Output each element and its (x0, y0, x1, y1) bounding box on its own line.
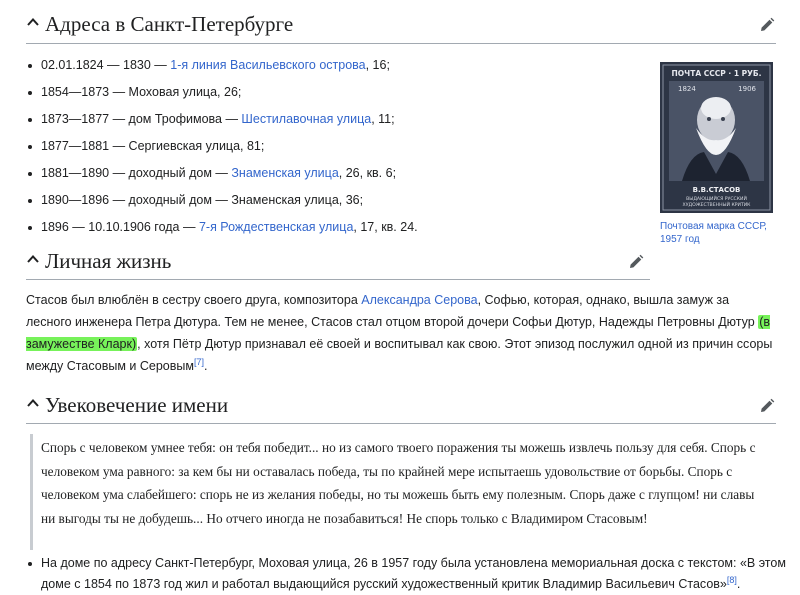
pencil-edit-icon[interactable] (758, 397, 776, 415)
personal-life-paragraph: Стасов был влюблён в сестру своего друга… (26, 293, 773, 373)
stamp-illustration: ПОЧТА СССР · 1 РУБ. 1824 1906 В.В.СТАСОВ… (660, 62, 773, 213)
list-item: 1873—1877 — дом Трофимова — Шестилавочна… (26, 108, 626, 135)
chevron-up-icon[interactable] (26, 252, 40, 266)
stamp-name: В.В.СТАСОВ (693, 186, 741, 194)
chevron-up-icon[interactable] (26, 15, 40, 29)
chevron-up-icon[interactable] (26, 396, 40, 410)
stamp-subtitle-2: ХУДОЖЕСТВЕННЫЙ КРИТИК (683, 201, 752, 208)
section-title: Личная жизнь (45, 249, 172, 273)
section-divider (26, 43, 776, 44)
list-item: 1854—1873 — Моховая улица, 26; (26, 81, 626, 108)
stamp-year-right: 1906 (738, 85, 756, 93)
pencil-edit-icon[interactable] (758, 16, 776, 34)
address-link[interactable]: 1-я линия Васильевского острова (170, 58, 365, 72)
reference-link[interactable]: [7] (194, 357, 204, 367)
list-item: 1890—1896 — доходный дом — Знаменская ул… (26, 189, 626, 216)
stamp-top-text: ПОЧТА СССР · 1 РУБ. (672, 69, 762, 78)
list-item: На доме по адресу Санкт-Петербург, Мохов… (26, 553, 786, 595)
blockquote: Спорь с человеком умнее тебя: он тебя по… (41, 440, 756, 526)
address-link[interactable]: Шестилавочная улица (241, 112, 371, 126)
section-divider (26, 279, 650, 280)
pencil-edit-icon[interactable] (627, 253, 645, 271)
address-link[interactable]: Знаменская улица (231, 166, 338, 180)
list-item: 1877—1881 — Сергиевская улица, 81; (26, 135, 626, 162)
stamp-image[interactable]: ПОЧТА СССР · 1 РУБ. 1824 1906 В.В.СТАСОВ… (660, 62, 773, 213)
section-header-memory: Увековечение имени (0, 385, 800, 425)
reference-link[interactable]: [8] (727, 575, 737, 585)
list-item: 02.01.1824 — 1830 — 1-я линия Васильевск… (26, 54, 626, 81)
section-title: Адреса в Санкт-Петербурге (45, 12, 294, 36)
stamp-year-left: 1824 (678, 85, 696, 93)
address-list: 02.01.1824 — 1830 — 1-я линия Васильевск… (26, 54, 626, 243)
section-header-addresses: Адреса в Санкт-Петербурге (0, 4, 800, 44)
section-title: Увековечение имени (45, 393, 229, 417)
list-item: 1896 — 10.10.1906 года — 7-я Рождественс… (26, 216, 626, 243)
section-header-personal-life: Личная жизнь (0, 241, 800, 281)
address-link[interactable]: 7-я Рождественская улица (199, 220, 353, 234)
bullet (28, 562, 32, 566)
section-divider (26, 423, 776, 424)
stamp-subtitle-1: ВЫДАЮЩИЙСЯ РУССКИЙ (686, 195, 747, 202)
composer-link[interactable]: Александра Серова (361, 293, 477, 307)
list-item: 1881—1890 — доходный дом — Знаменская ул… (26, 162, 626, 189)
